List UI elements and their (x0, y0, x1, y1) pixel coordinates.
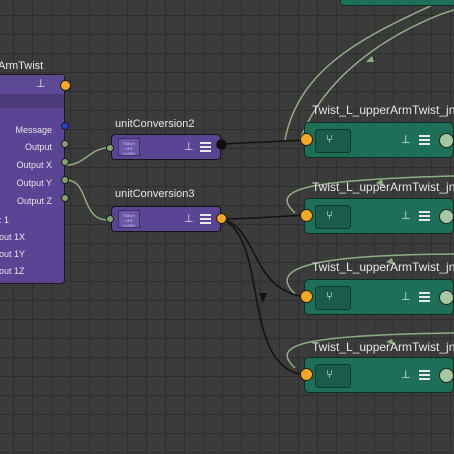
twist-joint-node-3[interactable]: ⑂ ⊥ (304, 279, 454, 315)
pin-icon[interactable]: ⊥ (184, 212, 194, 225)
twist4-title: Twist_L_upperArmTwist_jn (312, 340, 454, 354)
twist-joint-node-4[interactable]: ⑂ ⊥ (304, 357, 454, 393)
wire-outy-uc3 (65, 179, 109, 221)
uc3-title: unitConversion3 (115, 188, 195, 200)
joint-icon: ⑂ (315, 129, 351, 153)
twist3-input-port[interactable] (300, 290, 313, 303)
uc2-title: unitConversion2 (115, 118, 195, 130)
attr-output-y: Output Y (16, 178, 52, 188)
uc2-input-port[interactable] (106, 144, 114, 152)
twist1-input-port[interactable] (300, 133, 313, 146)
list-icon[interactable] (419, 135, 430, 147)
unit-conversion3-node[interactable]: TBEvrr UNT UNMN ⊥ (111, 206, 221, 232)
unit-conversion-icon: TBEvrr UNT UNMN (118, 138, 140, 156)
main-node-output-port[interactable] (60, 80, 71, 91)
partial-node-top[interactable] (340, 0, 454, 6)
twist3-title: Twist_L_upperArmTwist_jn (312, 260, 454, 274)
twist1-title: Twist_L_upperArmTwist_jn (312, 103, 454, 117)
attr-left-2: out 1X (0, 232, 26, 242)
list-icon[interactable] (419, 370, 430, 382)
wire-uc3-twist3 (221, 218, 307, 298)
twist3-output-port[interactable] (439, 290, 454, 305)
twist2-title: Twist_L_upperArmTwist_jn (312, 180, 454, 194)
twist4-output-port[interactable] (439, 368, 454, 383)
attr-left-4: out 1Z (0, 266, 25, 276)
wire-uc3-twist2 (221, 214, 307, 220)
pin-icon[interactable]: ⊥ (401, 368, 411, 381)
joint-icon: ⑂ (315, 364, 351, 388)
pin-icon[interactable]: ⊥ (401, 133, 411, 146)
unit-conversion-icon: TBEvrr UNT UNMN (118, 210, 140, 228)
joint-icon: ⑂ (315, 286, 351, 310)
attr-output: Output (24, 142, 52, 152)
pin-icon[interactable]: ⊥ (184, 140, 194, 153)
uc3-input-port[interactable] (106, 215, 114, 223)
uc2-output-port[interactable] (216, 139, 227, 150)
main-node-header: ⊥ (0, 75, 64, 93)
attr-output-x: Output X (16, 160, 52, 170)
list-icon[interactable] (200, 214, 211, 226)
pin-icon[interactable]: ⊥ (401, 209, 411, 222)
main-node-title: ArmTwist (0, 60, 44, 72)
wire-arrow-1 (366, 56, 374, 62)
output-z-port[interactable] (61, 194, 69, 202)
wire-uc2-twist1 (221, 139, 307, 145)
list-icon[interactable] (419, 292, 430, 304)
twist-joint-node-2[interactable]: ⑂ ⊥ (304, 198, 454, 234)
output-x-port[interactable] (61, 158, 69, 166)
list-icon[interactable] (419, 211, 430, 223)
attr-message: Message (15, 125, 52, 135)
output-y-port[interactable] (61, 176, 69, 184)
attr-output-z: Output Z (16, 196, 52, 206)
wire-top-2 (299, 9, 454, 141)
twist2-input-port[interactable] (300, 209, 313, 222)
output-port[interactable] (61, 140, 69, 148)
twist4-input-port[interactable] (300, 368, 313, 381)
joint-icon: ⑂ (315, 205, 351, 229)
attr-left-1: : 1 (0, 215, 10, 225)
pin-icon[interactable]: ⊥ (36, 77, 46, 90)
twist1-output-port[interactable] (439, 133, 454, 148)
wire-outx-uc2 (65, 147, 109, 166)
attr-left-3: out 1Y (0, 249, 26, 259)
twist-joint-node-1[interactable]: ⑂ ⊥ (304, 122, 454, 158)
pin-icon[interactable]: ⊥ (401, 290, 411, 303)
message-port[interactable] (61, 122, 69, 130)
node-editor-canvas[interactable]: ArmTwist ⊥ Message Output Output X Outpu… (0, 0, 454, 454)
unit-conversion2-node[interactable]: TBEvrr UNT UNMN ⊥ (111, 134, 221, 160)
uc3-output-port[interactable] (216, 213, 227, 224)
arm-twist-node[interactable]: ⊥ Message Output Output X Output Y Outpu… (0, 74, 65, 284)
main-node-field (0, 94, 64, 108)
list-icon[interactable] (200, 142, 211, 154)
twist2-output-port[interactable] (439, 209, 454, 224)
wire-arrow-black (259, 293, 267, 303)
